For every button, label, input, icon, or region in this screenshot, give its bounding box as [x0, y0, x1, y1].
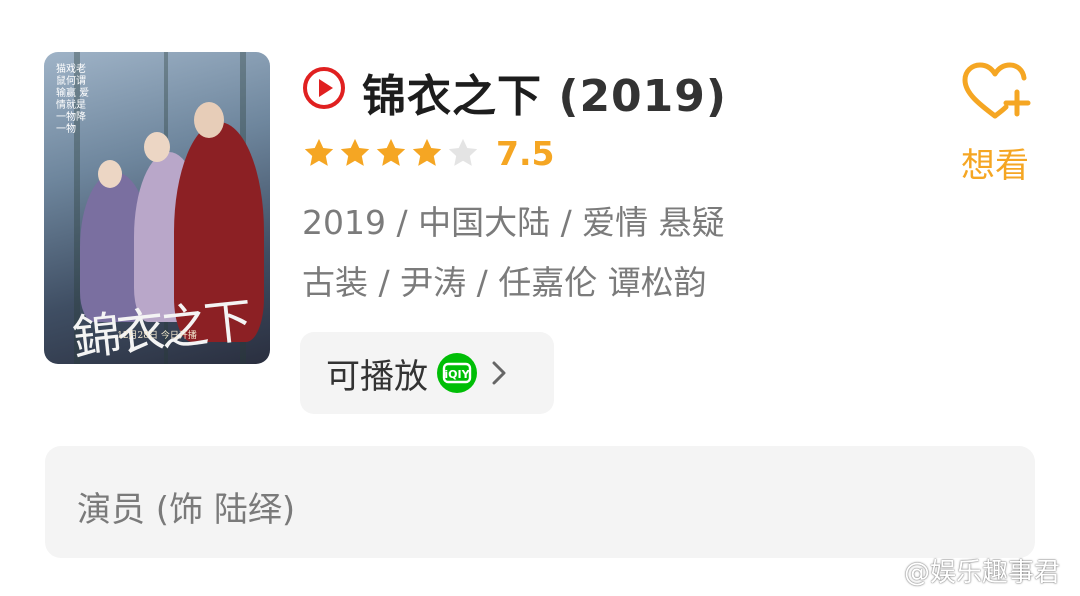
watermark: @娱乐趣事君 — [866, 552, 1060, 589]
poster-face — [194, 102, 224, 138]
star-filled-icon — [304, 138, 334, 166]
weibo-icon — [866, 560, 899, 584]
movie-title-year: (2019) — [558, 71, 728, 122]
movie-title: 锦衣之下 (2019) — [362, 60, 727, 124]
want-to-watch-label: 想看 — [961, 146, 1029, 186]
movie-title-name: 锦衣之下 — [362, 71, 542, 122]
meta-line-genre-director-cast: 古装 / 尹涛 / 任嘉伦 谭松韵 — [302, 263, 707, 302]
poster-tagline: 猫戏老鼠何谓输赢 爱情就是一物降一物 — [56, 64, 90, 135]
meta-line-year-region-genre: 2019 / 中国大陆 / 爱情 悬疑 — [302, 203, 725, 242]
cast-card[interactable]: 演员 (饰 陆绎) — [45, 446, 1035, 558]
poster-date: 12月28日 今日开播 — [117, 331, 197, 341]
svg-text:iQIY: iQIY — [444, 368, 470, 381]
want-to-watch-button[interactable]: 想看 — [956, 60, 1034, 187]
rating-stars — [302, 136, 480, 170]
star-filled-icon — [376, 138, 406, 166]
iqiyi-icon: iQIY — [437, 353, 477, 393]
star-filled-icon — [340, 138, 370, 166]
playable-button[interactable]: 可播放 iQIY — [300, 332, 554, 414]
star-filled-icon — [412, 138, 442, 166]
poster-face — [98, 160, 122, 188]
watermark-text: @娱乐趣事君 — [904, 558, 1061, 588]
play-circle-icon — [303, 67, 345, 109]
chevron-right-icon — [492, 361, 506, 385]
rating-score: 7.5 — [496, 134, 555, 173]
cast-role-label: 演员 (饰 陆绎) — [77, 490, 296, 530]
heart-plus-icon — [962, 62, 1031, 119]
star-empty-icon — [448, 138, 478, 166]
poster-face — [144, 132, 170, 162]
playable-label: 可播放 — [326, 356, 428, 397]
poster-image[interactable]: 猫戏老鼠何谓输赢 爱情就是一物降一物 錦衣之下 12月28日 今日开播 — [44, 52, 270, 364]
